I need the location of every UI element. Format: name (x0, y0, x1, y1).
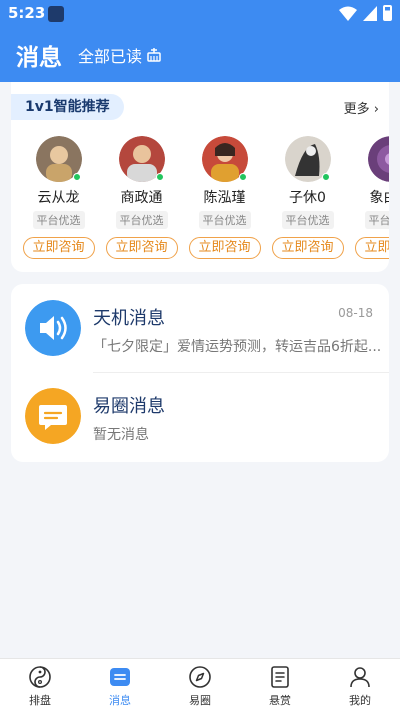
wifi-icon (339, 6, 357, 21)
nav-item-messages[interactable]: 消息 (80, 659, 160, 712)
expert-card[interactable]: 陈泓瑾 平台优选 立即咨询 (183, 136, 266, 259)
online-indicator (72, 173, 81, 181)
consult-button[interactable]: 立即咨询 (271, 237, 344, 259)
message-time: 08-18 (338, 306, 373, 320)
more-link[interactable]: 更多 › (344, 98, 379, 117)
avatar (35, 136, 82, 182)
bottom-nav: 排盘 消息 易圈 悬赏 我的 (0, 658, 400, 712)
battery-icon (383, 5, 392, 21)
status-indicators (339, 5, 392, 21)
expert-card[interactable]: 象由心 平台优选 立即咨询 (349, 136, 389, 259)
expert-badge: 平台优选 (281, 211, 334, 229)
app-header: 消息 全部已读 (0, 28, 400, 82)
consult-button[interactable]: 立即咨询 (354, 237, 389, 259)
message-list: 天机消息 08-18 「七夕限定」爱情运势预测，转运吉品6折起... 易圈消息 … (11, 284, 389, 462)
expert-name: 陈泓瑾 (203, 190, 246, 206)
expert-name: 云从龙 (37, 190, 80, 206)
speaker-icon (25, 300, 81, 356)
expert-name: 商政通 (120, 190, 163, 206)
nav-item-reward[interactable]: 悬赏 (240, 659, 320, 712)
nav-label: 易圈 (189, 694, 211, 707)
status-bar: 5:23 (0, 0, 400, 28)
consult-button[interactable]: 立即咨询 (105, 237, 178, 259)
expert-list: 云从龙 平台优选 立即咨询 商政通 平台优选 立即咨询 陈泓瑾 平台优选 立即咨… (17, 136, 389, 259)
broom-icon (147, 48, 161, 62)
nav-label: 我的 (349, 694, 371, 707)
document-icon (271, 666, 289, 688)
message-row-tianji[interactable]: 天机消息 08-18 「七夕限定」爱情运势预测，转运吉品6折起... (11, 284, 389, 373)
expert-card[interactable]: 云从龙 平台优选 立即咨询 (17, 136, 100, 259)
yin-yang-icon (29, 666, 51, 688)
consult-button[interactable]: 立即咨询 (22, 237, 95, 259)
nav-item-me[interactable]: 我的 (320, 659, 400, 712)
user-icon (350, 667, 370, 688)
nav-item-paipan[interactable]: 排盘 (0, 659, 80, 712)
page-title: 消息 (16, 45, 62, 71)
avatar (118, 136, 165, 182)
more-label: 更多 (343, 102, 370, 117)
online-indicator (238, 173, 247, 181)
signal-icon (363, 5, 377, 21)
recommend-card: 1v1智能推荐 更多 › 云从龙 平台优选 立即咨询 商政通 平台优选 立即咨询… (11, 82, 389, 272)
consult-button[interactable]: 立即咨询 (188, 237, 261, 259)
chat-bubble-icon (25, 388, 81, 444)
avatar (367, 136, 389, 182)
nav-label: 消息 (109, 694, 131, 707)
mark-all-read-button[interactable]: 全部已读 (78, 43, 162, 67)
avatar (284, 136, 331, 182)
expert-name: 象由心 (369, 190, 390, 206)
nav-label: 排盘 (29, 694, 51, 707)
compass-icon (189, 666, 211, 688)
expert-card[interactable]: 子休0 平台优选 立即咨询 (266, 136, 349, 259)
message-icon (110, 668, 130, 686)
online-indicator (155, 173, 164, 181)
message-title: 易圈消息 (93, 396, 165, 417)
expert-badge: 平台优选 (364, 211, 389, 229)
expert-card[interactable]: 商政通 平台优选 立即咨询 (100, 136, 183, 259)
message-preview: 暂无消息 (93, 427, 149, 443)
expert-name: 子休0 (289, 190, 326, 206)
expert-badge: 平台优选 (198, 211, 251, 229)
status-time: 5:23 (8, 4, 46, 22)
recommend-tag: 1v1智能推荐 (11, 94, 124, 120)
mark-all-read-label: 全部已读 (78, 47, 143, 66)
expert-badge: 平台优选 (32, 211, 85, 229)
nav-label: 悬赏 (269, 694, 291, 707)
message-title: 天机消息 (93, 308, 165, 329)
message-preview: 「七夕限定」爱情运势预测，转运吉品6折起... (93, 339, 382, 355)
chevron-right-icon: › (373, 102, 379, 117)
nav-item-yiquan[interactable]: 易圈 (160, 659, 240, 712)
avatar (201, 136, 248, 182)
notification-app-icon (48, 6, 64, 22)
avatar-image (367, 136, 389, 182)
online-indicator (321, 173, 330, 181)
message-row-yiquan[interactable]: 易圈消息 暂无消息 (11, 372, 389, 460)
expert-badge: 平台优选 (115, 211, 168, 229)
